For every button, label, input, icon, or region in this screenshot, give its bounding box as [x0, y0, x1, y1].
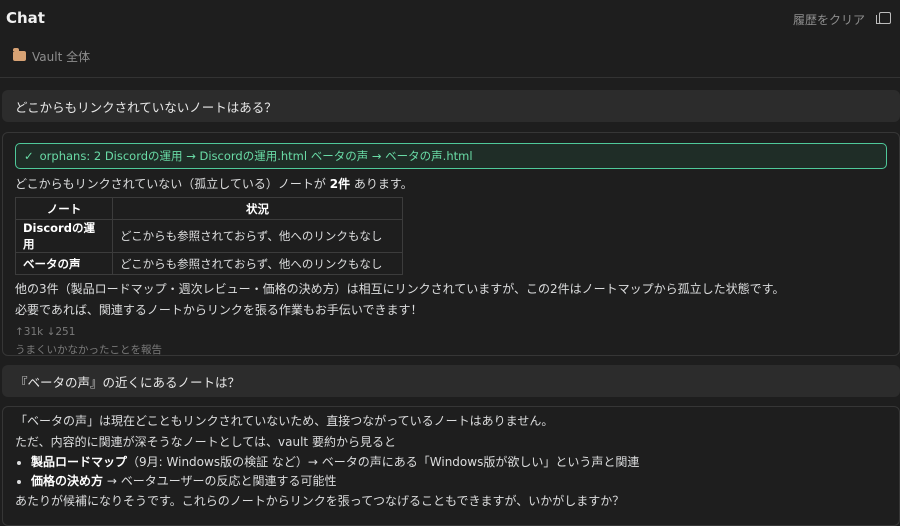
table-row: Discordの運用 どこからも参照されておらず、他へのリンクもなし	[15, 219, 403, 253]
table-row: ベータの声 どこからも参照されておらず、他へのリンクもなし	[15, 252, 403, 275]
intro-count: 2件	[329, 177, 351, 191]
orphans-table: ノート 状況 Discordの運用 どこからも参照されておらず、他へのリンクもな…	[15, 197, 403, 275]
list-item-text: （9月: Windows版の検証 など）→ ベータの声にある「Windows版が…	[127, 455, 640, 469]
list-item-title: 製品ロードマップ	[31, 455, 128, 469]
intro-text: どこからもリンクされていない（孤立している）ノートが	[15, 177, 330, 191]
table-header-note: ノート	[15, 197, 113, 220]
scope-label: Vault 全体	[32, 49, 91, 64]
assistant-message: ✓ orphans: 2 Discordの運用 → Discordの運用.htm…	[2, 132, 900, 356]
table-cell-note: Discordの運用	[15, 219, 113, 253]
page-title: Chat	[6, 9, 45, 27]
table-cell-status: どこからも参照されておらず、他へのリンクもなし	[112, 252, 403, 275]
user-message-text: 『ベータの声』の近くにあるノートは？	[15, 374, 241, 390]
token-usage: ↑31k ↓251	[15, 326, 76, 338]
check-icon: ✓	[24, 149, 34, 163]
table-cell-status: どこからも参照されておらず、他へのリンクもなし	[112, 219, 403, 253]
tool-call-result[interactable]: ✓ orphans: 2 Discordの運用 → Discordの運用.htm…	[15, 143, 887, 169]
list-item-text: → ベータユーザーの反応と関連する可能性	[103, 474, 337, 488]
related-notes-list: 製品ロードマップ（9月: Windows版の検証 など）→ ベータの声にある「W…	[15, 453, 887, 491]
chat-header: Chat 履歴をクリア	[0, 0, 900, 38]
user-message: 『ベータの声』の近くにあるノートは？	[2, 365, 900, 397]
answer-paragraph: 必要であれば、関連するノートからリンクを張る作業もお手伝いできます！	[15, 303, 423, 317]
table-header-row: ノート 状況	[15, 197, 403, 220]
assistant-message: 「ベータの声」は現在どこともリンクされていないため、直接つながっているノートはあ…	[2, 406, 900, 526]
answer-paragraph: あたりが候補になりそうです。これらのノートからリンクを張ってつなげることもできま…	[15, 494, 625, 508]
tool-call-text: orphans: 2 Discordの運用 → Discordの運用.html …	[39, 149, 473, 163]
answer-intro: どこからもリンクされていない（孤立している）ノートが 2件 あります。	[15, 174, 887, 195]
report-issue-link[interactable]: うまくいかなかったことを報告	[15, 341, 887, 359]
table-header-status: 状況	[112, 197, 403, 220]
scope-selector[interactable]: Vault 全体	[13, 47, 90, 65]
answer-paragraph: 「ベータの声」は現在どこともリンクされていないため、直接つながっているノートはあ…	[15, 414, 554, 428]
answer-paragraph: ただ、内容的に関連が深そうなノートとしては、vault 要約から見ると	[15, 435, 396, 449]
user-message-text: どこからもリンクされていないノートはある？	[15, 99, 277, 115]
folder-icon	[13, 48, 26, 61]
divider	[0, 77, 900, 78]
user-message: どこからもリンクされていないノートはある？	[2, 90, 900, 122]
clear-history-button[interactable]: 履歴をクリア	[793, 11, 865, 28]
list-item: 製品ロードマップ（9月: Windows版の検証 など）→ ベータの声にある「W…	[31, 453, 887, 472]
list-item-title: 価格の決め方	[31, 474, 104, 488]
table-cell-note: ベータの声	[15, 252, 113, 275]
copy-icon[interactable]	[876, 12, 891, 24]
intro-suffix: あります。	[350, 177, 413, 191]
answer-paragraph: 他の3件（製品ロードマップ・週次レビュー・価格の決め方）は相互にリンクされていま…	[15, 282, 785, 296]
list-item: 価格の決め方 → ベータユーザーの反応と関連する可能性	[31, 472, 887, 491]
